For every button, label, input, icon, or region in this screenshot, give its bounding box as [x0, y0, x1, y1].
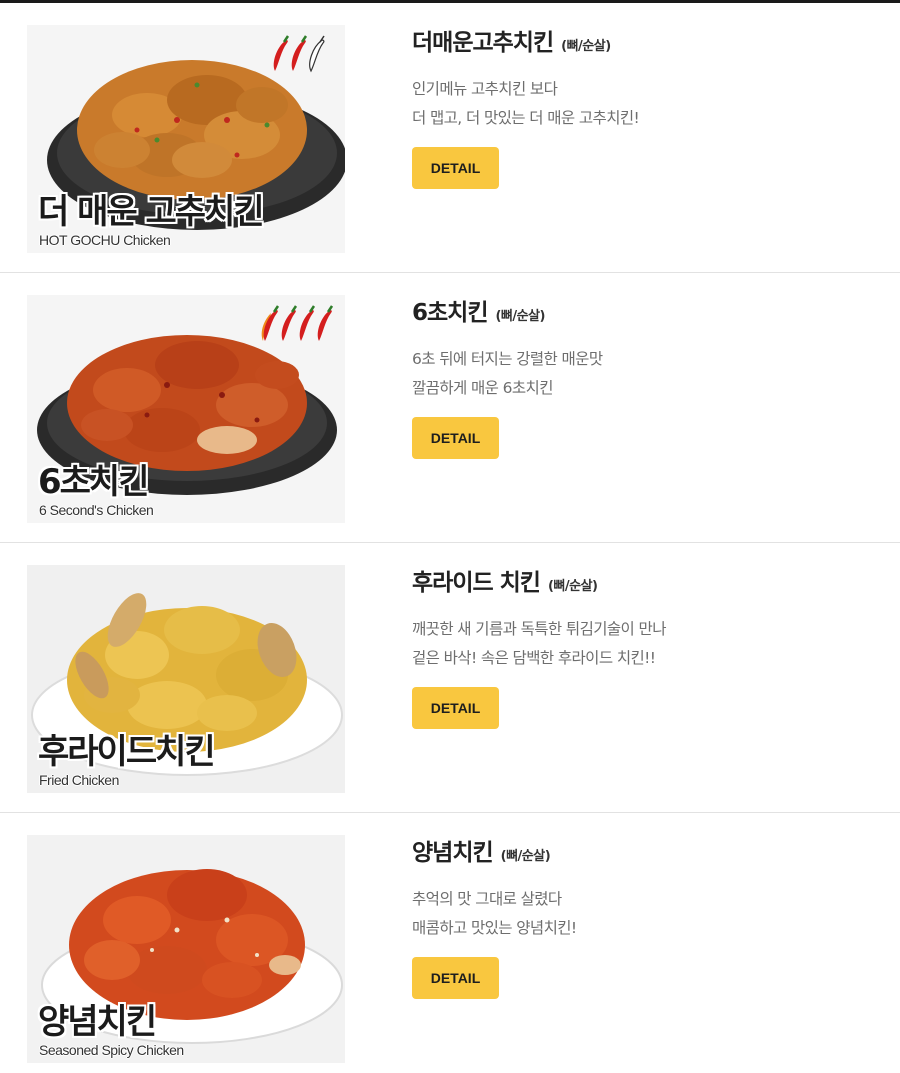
menu-info: 더매운고추치킨 (뼈/순살) 인기메뉴 고추치킨 보다 더 맵고, 더 맛있는 … [412, 23, 882, 189]
menu-page: 더 매운 고추치킨 HOT GOCHU Chicken 더매운고추치킨 (뼈/순… [0, 0, 900, 1073]
menu-title-row: 더매운고추치킨 (뼈/순살) [412, 23, 882, 59]
chili-pepper-icon [281, 305, 298, 341]
menu-type: (뼈/순살) [547, 579, 598, 594]
chili-pepper-icon [309, 35, 325, 73]
menu-name[interactable]: 6초치킨 [412, 293, 488, 327]
chili-pepper-icon [291, 35, 308, 71]
detail-button[interactable]: DETAIL [412, 687, 499, 729]
menu-title-row: 후라이드 치킨 (뼈/순살) [412, 563, 882, 599]
chili-pepper-icon [273, 35, 290, 71]
menu-item-fried: 후라이드치킨 Fried Chicken 후라이드 치킨 (뼈/순살) 깨끗한 … [0, 543, 900, 813]
menu-name[interactable]: 후라이드 치킨 [412, 563, 541, 597]
menu-name[interactable]: 더매운고추치킨 [412, 23, 554, 57]
menu-type: (뼈/순살) [500, 849, 551, 864]
menu-description: 6초 뒤에 터지는 강렬한 매운맛 깔끔하게 매운 6초치킨 [412, 345, 882, 403]
image-subtitle: Seasoned Spicy Chicken [39, 1042, 184, 1058]
chili-pepper-icon [261, 305, 280, 341]
detail-button[interactable]: DETAIL [412, 957, 499, 999]
description-line: 매콤하고 맛있는 양념치킨! [412, 919, 577, 937]
menu-name[interactable]: 양념치킨 [412, 833, 494, 867]
spice-level-icon [273, 35, 325, 73]
menu-item-hot-gochu: 더 매운 고추치킨 HOT GOCHU Chicken 더매운고추치킨 (뼈/순… [0, 3, 900, 273]
menu-image-6-second[interactable]: 6초치킨 6 Second's Chicken [27, 295, 345, 523]
image-title: 더 매운 고추치킨 [38, 192, 265, 232]
menu-description: 추억의 맛 그대로 살렸다 매콤하고 맛있는 양념치킨! [412, 885, 882, 943]
description-line: 더 맵고, 더 맛있는 더 매운 고추치킨! [412, 109, 640, 127]
description-line: 겉은 바삭! 속은 담백한 후라이드 치킨!! [412, 649, 656, 667]
menu-title-row: 6초치킨 (뼈/순살) [412, 293, 882, 329]
description-line: 6초 뒤에 터지는 강렬한 매운맛 [412, 350, 603, 368]
image-subtitle: HOT GOCHU Chicken [39, 232, 171, 248]
menu-type: (뼈/순살) [495, 309, 545, 324]
menu-title-row: 양념치킨 (뼈/순살) [412, 833, 882, 869]
image-title: 양념치킨 [38, 1002, 157, 1042]
spice-level-icon [261, 305, 333, 341]
menu-type: (뼈/순살) [561, 39, 611, 54]
menu-description: 인기메뉴 고추치킨 보다 더 맵고, 더 맛있는 더 매운 고추치킨! [412, 75, 882, 133]
chili-pepper-icon [317, 305, 333, 341]
description-line: 깨끗한 새 기름과 독특한 튀김기술이 만나 [412, 620, 666, 638]
menu-info: 6초치킨 (뼈/순살) 6초 뒤에 터지는 강렬한 매운맛 깔끔하게 매운 6초… [412, 293, 882, 459]
image-title: 후라이드치킨 [38, 732, 216, 772]
menu-info: 양념치킨 (뼈/순살) 추억의 맛 그대로 살렸다 매콤하고 맛있는 양념치킨!… [412, 833, 882, 999]
menu-image-hot-gochu[interactable]: 더 매운 고추치킨 HOT GOCHU Chicken [27, 25, 345, 253]
image-subtitle: 6 Second's Chicken [39, 502, 154, 518]
menu-image-fried[interactable]: 후라이드치킨 Fried Chicken [27, 565, 345, 793]
menu-image-seasoned[interactable]: 양념치킨 Seasoned Spicy Chicken [27, 835, 345, 1063]
image-subtitle: Fried Chicken [39, 772, 119, 788]
menu-description: 깨끗한 새 기름과 독특한 튀김기술이 만나 겉은 바삭! 속은 담백한 후라이… [412, 615, 882, 673]
menu-item-seasoned: 양념치킨 Seasoned Spicy Chicken 양념치킨 (뼈/순살) … [0, 813, 900, 1073]
description-line: 깔끔하게 매운 6초치킨 [412, 379, 553, 397]
description-line: 추억의 맛 그대로 살렸다 [412, 890, 562, 908]
menu-info: 후라이드 치킨 (뼈/순살) 깨끗한 새 기름과 독특한 튀김기술이 만나 겉은… [412, 563, 882, 729]
chili-pepper-icon [299, 305, 316, 341]
image-title: 6초치킨 [38, 462, 149, 502]
menu-item-6-second: 6초치킨 6 Second's Chicken 6초치킨 (뼈/순살) 6초 뒤… [0, 273, 900, 543]
detail-button[interactable]: DETAIL [412, 147, 499, 189]
description-line: 인기메뉴 고추치킨 보다 [412, 80, 558, 98]
detail-button[interactable]: DETAIL [412, 417, 499, 459]
